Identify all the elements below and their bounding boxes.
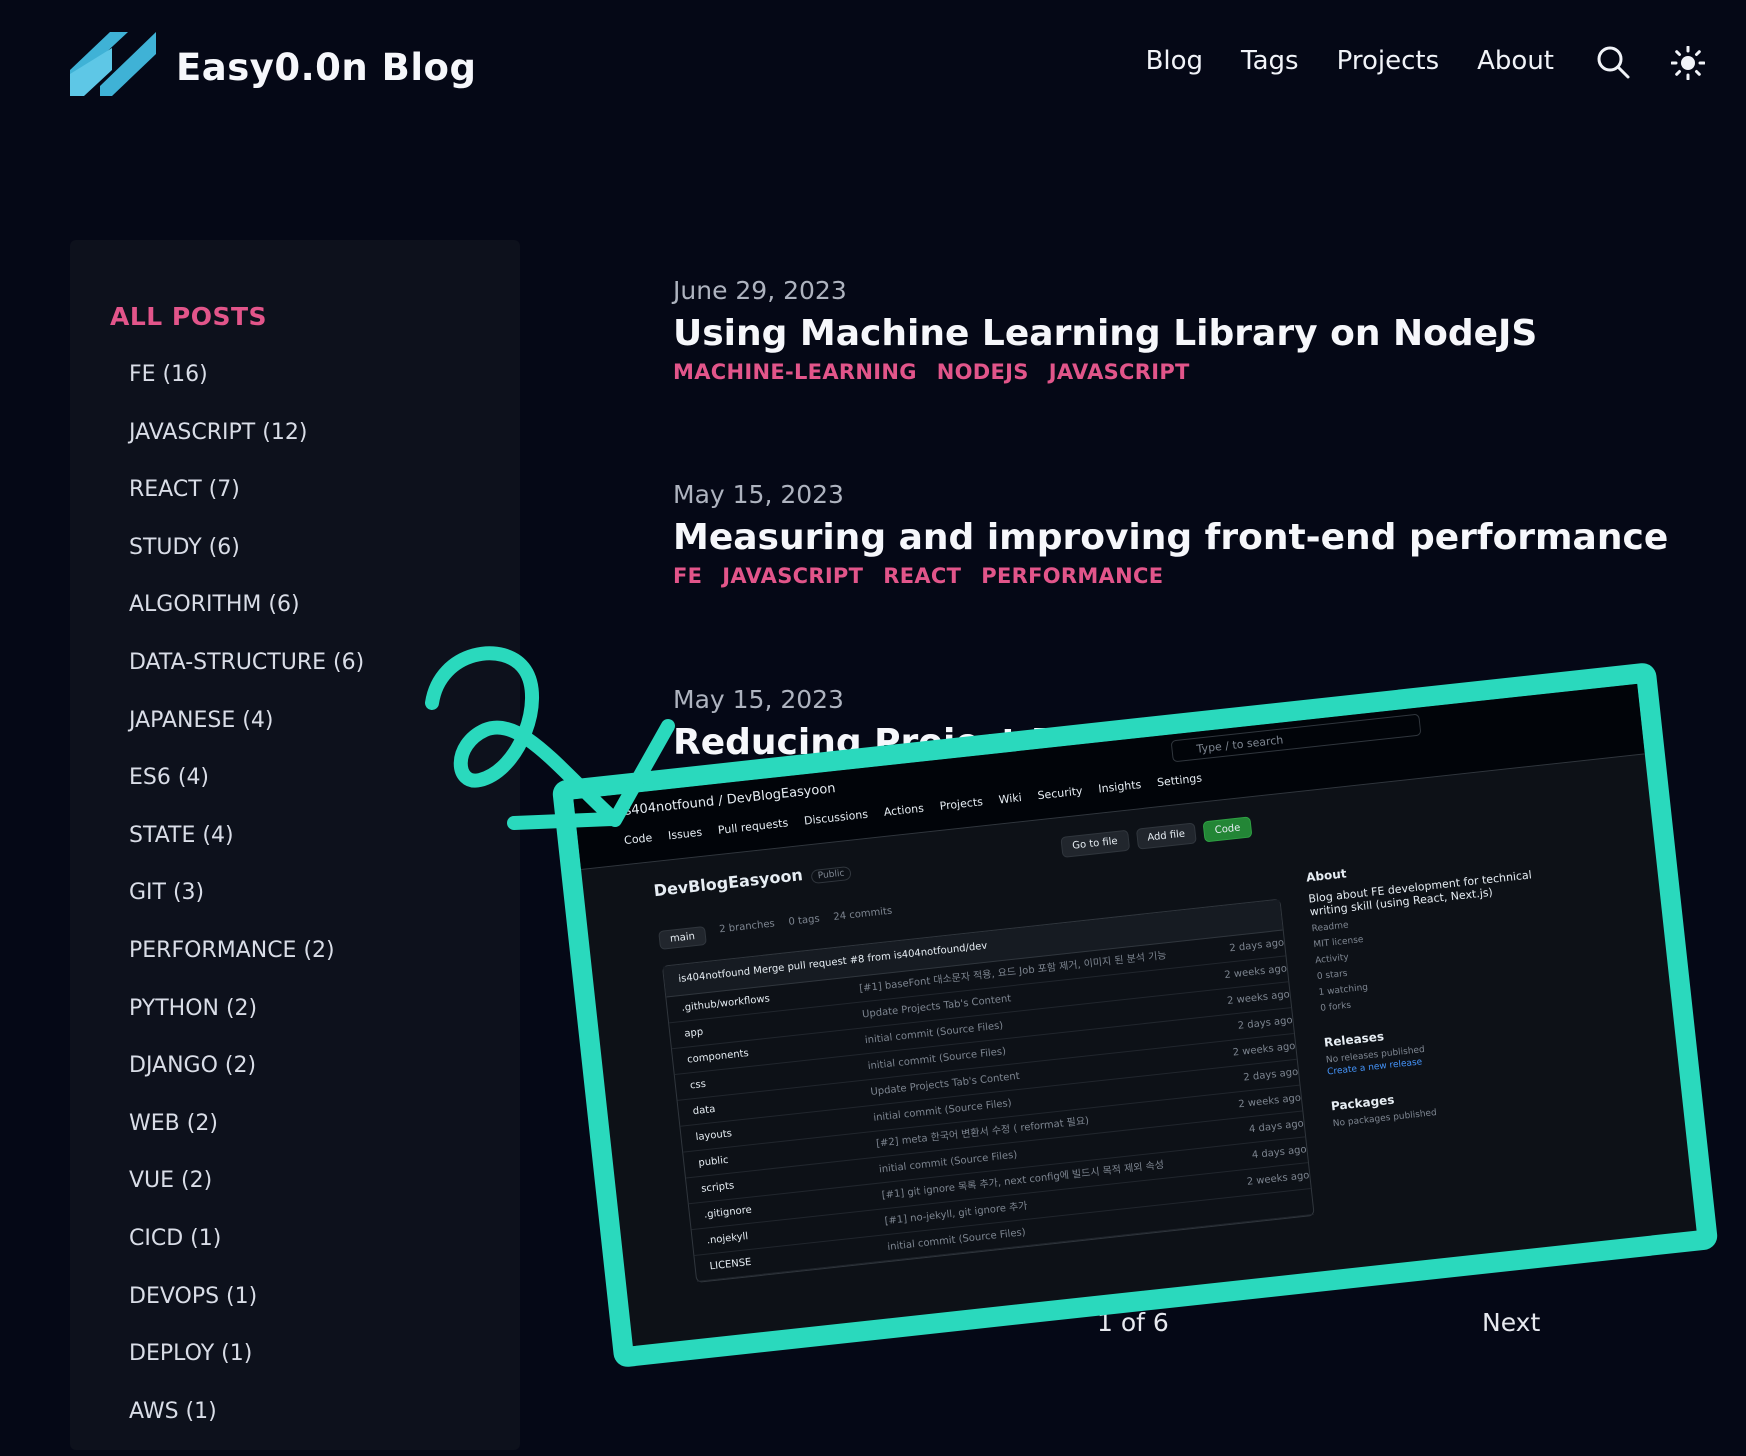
tab-projects[interactable]: Projects bbox=[939, 795, 984, 813]
branch-select[interactable]: main bbox=[658, 925, 707, 950]
tab-insights[interactable]: Insights bbox=[1098, 778, 1142, 796]
go-to-file-button[interactable]: Go to file bbox=[1060, 829, 1130, 858]
search-icon[interactable] bbox=[1595, 44, 1631, 80]
tag-list: FE (16) JAVASCRIPT (12) REACT (7) STUDY … bbox=[129, 362, 364, 1456]
sidebar-tag-state[interactable]: STATE (4) bbox=[129, 823, 364, 881]
post-tag[interactable]: REACT bbox=[883, 564, 961, 588]
sidebar-tag-python[interactable]: PYTHON (2) bbox=[129, 996, 364, 1054]
pagination-next-button[interactable]: Next bbox=[1482, 1308, 1540, 1337]
sidebar-tag-es6[interactable]: ES6 (4) bbox=[129, 765, 364, 823]
sidebar-tag-cicd[interactable]: CICD (1) bbox=[129, 1226, 364, 1284]
sidebar-tag-django[interactable]: DJANGO (2) bbox=[129, 1053, 364, 1111]
nav-projects[interactable]: Projects bbox=[1337, 46, 1440, 76]
post-tag[interactable]: FE bbox=[673, 564, 702, 588]
post-title[interactable]: Using Machine Learning Library on NodeJS bbox=[673, 313, 1537, 354]
branch-bar: main 2 branches 0 tags 24 commits bbox=[658, 906, 893, 950]
all-posts-link[interactable]: ALL POSTS bbox=[110, 302, 267, 331]
nav-tags[interactable]: Tags bbox=[1241, 46, 1299, 76]
post-tag[interactable]: NODEJS bbox=[937, 360, 1029, 384]
blog-logo[interactable] bbox=[70, 28, 156, 98]
tag-sidebar: ALL POSTS FE (16) JAVASCRIPT (12) REACT … bbox=[70, 240, 520, 1450]
file-table: is404notfound Merge pull request #8 from… bbox=[661, 898, 1315, 1283]
add-file-button[interactable]: Add file bbox=[1135, 822, 1198, 850]
sidebar-tag-algorithm[interactable]: ALGORITHM (6) bbox=[129, 592, 364, 650]
post-date: May 15, 2023 bbox=[673, 685, 844, 714]
post-date: May 15, 2023 bbox=[673, 480, 844, 509]
post-tags: FE JAVASCRIPT REACT PERFORMANCE bbox=[673, 564, 1668, 588]
tags-link[interactable]: 0 tags bbox=[788, 914, 821, 936]
tab-pull-requests[interactable]: Pull requests bbox=[717, 816, 789, 837]
sidebar-tag-study[interactable]: STUDY (6) bbox=[129, 535, 364, 593]
tab-code[interactable]: Code bbox=[623, 831, 652, 847]
repo-name-text: DevBlogEasyoon bbox=[652, 865, 804, 901]
post-date: June 29, 2023 bbox=[673, 276, 847, 305]
tab-discussions[interactable]: Discussions bbox=[803, 808, 868, 828]
branches-link[interactable]: 2 branches bbox=[719, 918, 776, 943]
github-search-input[interactable]: Type / to search bbox=[1170, 713, 1422, 763]
post-tag[interactable]: MACHINE-LEARNING bbox=[673, 360, 917, 384]
sidebar-tag-devops[interactable]: DEVOPS (1) bbox=[129, 1284, 364, 1342]
tab-issues[interactable]: Issues bbox=[667, 826, 702, 843]
sidebar-tag-data-structure[interactable]: DATA-STRUCTURE (6) bbox=[129, 650, 364, 708]
sidebar-tag-web[interactable]: WEB (2) bbox=[129, 1111, 364, 1169]
sidebar-tag-git[interactable]: GIT (3) bbox=[129, 880, 364, 938]
post-tags: MACHINE-LEARNING NODEJS JAVASCRIPT bbox=[673, 360, 1537, 384]
theme-toggle-sun-icon[interactable] bbox=[1671, 46, 1705, 80]
site-header: Easy0.0n Blog Blog Tags Projects About bbox=[0, 0, 1746, 140]
sidebar-tag-performance[interactable]: PERFORMANCE (2) bbox=[129, 938, 364, 996]
post-title[interactable]: Measuring and improving front-end perfor… bbox=[673, 517, 1668, 558]
tab-wiki[interactable]: Wiki bbox=[998, 791, 1022, 806]
sidebar-tag-deploy[interactable]: DEPLOY (1) bbox=[129, 1341, 364, 1399]
visibility-badge: Public bbox=[810, 865, 853, 885]
tab-actions[interactable]: Actions bbox=[883, 802, 924, 819]
code-button[interactable]: Code bbox=[1202, 816, 1253, 843]
post-tag[interactable]: JAVASCRIPT bbox=[722, 564, 863, 588]
about-panel: About Blog about FE development for tech… bbox=[1305, 846, 1562, 1129]
tab-settings[interactable]: Settings bbox=[1156, 771, 1202, 789]
github-screenshot-overlay: is404notfound / DevBlogEasyoon Type / to… bbox=[551, 661, 1719, 1369]
sidebar-tag-javascript[interactable]: JAVASCRIPT (12) bbox=[129, 420, 364, 478]
nav-blog[interactable]: Blog bbox=[1146, 46, 1203, 76]
sidebar-tag-vue[interactable]: VUE (2) bbox=[129, 1168, 364, 1226]
post-tag[interactable]: PERFORMANCE bbox=[981, 564, 1163, 588]
post-item: May 15, 2023 Measuring and improving fro… bbox=[673, 480, 1668, 588]
commits-link[interactable]: 24 commits bbox=[833, 906, 894, 931]
sidebar-tag-fe[interactable]: FE (16) bbox=[129, 362, 364, 420]
sidebar-tag-react[interactable]: REACT (7) bbox=[129, 477, 364, 535]
post-tag[interactable]: JAVASCRIPT bbox=[1049, 360, 1190, 384]
repo-name[interactable]: DevBlogEasyoon Public bbox=[652, 860, 853, 901]
sidebar-tag-aws[interactable]: AWS (1) bbox=[129, 1399, 364, 1456]
main-nav: Blog Tags Projects About bbox=[1146, 46, 1554, 76]
nav-about[interactable]: About bbox=[1477, 46, 1554, 76]
sidebar-tag-japanese[interactable]: JAPANESE (4) bbox=[129, 708, 364, 766]
site-title[interactable]: Easy0.0n Blog bbox=[176, 46, 476, 89]
post-item: June 29, 2023 Using Machine Learning Lib… bbox=[673, 276, 1537, 384]
tab-security[interactable]: Security bbox=[1037, 784, 1083, 802]
file-buttons: Go to file Add file Code bbox=[1060, 816, 1253, 858]
